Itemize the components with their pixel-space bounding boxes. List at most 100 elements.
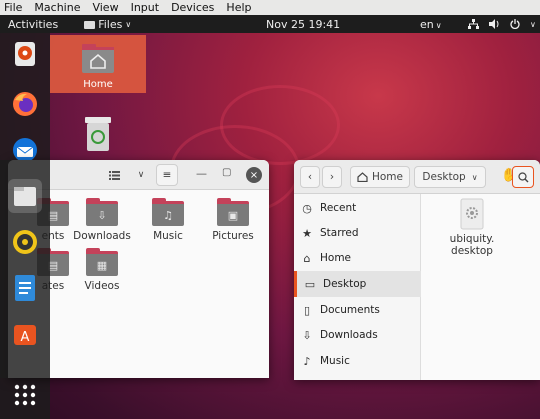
chevron-down-icon: ∨: [530, 19, 536, 29]
forward-button[interactable]: ›: [322, 166, 342, 188]
breadcrumb-label: Desktop: [422, 171, 466, 183]
sidebar-item-label: Desktop: [323, 278, 367, 290]
breadcrumb-label: Home: [371, 171, 403, 183]
back-button[interactable]: ‹: [300, 166, 320, 188]
home-icon: [357, 172, 368, 182]
desktop-icon: ▭: [304, 277, 316, 291]
dock-writer-front[interactable]: [8, 271, 42, 305]
dock-software-front[interactable]: A: [8, 317, 42, 351]
folder-item[interactable]: ⇩ Downloads: [72, 198, 132, 242]
sidebar-item-label: Documents: [320, 304, 380, 316]
music-icon: ♪: [303, 354, 311, 368]
sidebar-item-label: Starred: [320, 227, 359, 239]
dock-firefox[interactable]: [8, 87, 42, 121]
folder-item[interactable]: ▦ Videos: [72, 248, 132, 292]
rhythmbox-icon: [13, 230, 37, 254]
app-menu-button[interactable]: Files ∨: [84, 18, 131, 31]
sidebar: ◷ Recent ★ Starred ⌂ Home ▭ Desktop ▯ Documen…: [294, 194, 421, 380]
home-folder-icon: [82, 44, 114, 73]
app-menu-label: Files: [98, 17, 123, 31]
search-icon: [517, 171, 528, 182]
dock-files-active[interactable]: [8, 179, 42, 213]
language-label: en: [420, 17, 434, 31]
folder-label: Downloads: [73, 230, 131, 242]
menu-button[interactable]: ≡: [156, 164, 178, 186]
clock[interactable]: Nov 25 19:41: [266, 18, 340, 31]
files-window-right: ‹ › Home Desktop ∨ ✋ ◷ Recent ★ Starred ⌂ H…: [294, 160, 540, 380]
videos-folder-icon: ▦: [86, 248, 118, 276]
desktop-home-icon[interactable]: Home: [78, 42, 118, 90]
power-icon: [510, 19, 520, 29]
top-bar: Activities Files ∨ Nov 25 19:41 en ∨ ∨: [0, 15, 540, 33]
libreoffice-writer-icon: [15, 275, 35, 301]
app-grid-icon: [14, 384, 36, 406]
close-icon[interactable]: ×: [246, 167, 262, 183]
sidebar-item-home[interactable]: ⌂ Home: [294, 245, 421, 271]
downloads-folder-icon: ⇩: [86, 198, 118, 226]
clock-icon: ◷: [302, 201, 312, 215]
menu-machine[interactable]: Machine: [34, 1, 80, 14]
menu-devices[interactable]: Devices: [171, 1, 214, 14]
disk-installer-icon: [15, 42, 35, 66]
menu-input[interactable]: Input: [131, 1, 159, 14]
file-label: ubiquity. desktop: [449, 233, 495, 257]
firefox-icon: [13, 92, 37, 116]
home-icon: ⌂: [303, 251, 311, 265]
file-item[interactable]: ubiquity. desktop: [442, 198, 502, 257]
folder-item[interactable]: ♫ Music: [138, 198, 198, 242]
search-button[interactable]: [512, 166, 534, 188]
menu-view[interactable]: View: [92, 1, 118, 14]
menu-help[interactable]: Help: [226, 1, 251, 14]
folder-label: Pictures: [212, 230, 254, 242]
wallpaper-decoration: [220, 85, 340, 165]
chevron-down-icon: ∨: [435, 20, 442, 30]
sidebar-item-music[interactable]: ♪ Music: [294, 348, 421, 374]
desktop-trash[interactable]: [82, 115, 114, 156]
download-icon: ⇩: [302, 328, 312, 342]
sidebar-item-label: Music: [320, 355, 350, 367]
menu-file[interactable]: File: [4, 1, 22, 14]
sidebar-item-label: Home: [320, 252, 352, 264]
hamburger-icon: ≡: [162, 169, 172, 181]
dock-installer[interactable]: [8, 37, 42, 71]
list-icon: [108, 170, 120, 180]
sidebar-item-desktop[interactable]: ▭ Desktop: [294, 271, 421, 297]
volume-icon: [489, 19, 499, 29]
trash-icon: [85, 117, 111, 151]
minimize-icon[interactable]: —: [196, 167, 207, 180]
list-view-button[interactable]: [102, 164, 126, 186]
network-icon: [468, 19, 479, 29]
language-indicator[interactable]: en ∨: [420, 18, 442, 31]
folder-label: Videos: [84, 280, 120, 292]
settings-file-icon: [460, 198, 484, 230]
sidebar-item-label: Downloads: [320, 329, 378, 341]
chevron-down-icon: ∨: [471, 172, 478, 182]
sidebar-item-documents[interactable]: ▯ Documents: [294, 297, 421, 323]
activities-button[interactable]: Activities: [8, 18, 58, 31]
music-folder-icon: ♫: [152, 198, 184, 226]
maximize-icon[interactable]: ▢: [222, 167, 231, 178]
star-icon: ★: [302, 226, 312, 240]
system-tray[interactable]: ∨: [468, 19, 536, 29]
folder-icon: [84, 20, 96, 29]
sidebar-item-label: Recent: [320, 202, 357, 214]
dock-rhythmbox-front[interactable]: [8, 225, 42, 259]
view-options-button[interactable]: ∨: [130, 164, 152, 186]
sidebar-item-starred[interactable]: ★ Starred: [294, 220, 421, 246]
document-icon: ▯: [303, 303, 311, 317]
chevron-right-icon: ›: [329, 171, 335, 183]
sidebar-item-downloads[interactable]: ⇩ Downloads: [294, 322, 421, 348]
chevron-down-icon: ∨: [137, 170, 145, 180]
breadcrumb-desktop[interactable]: Desktop ∨: [414, 166, 486, 188]
chevron-left-icon: ‹: [307, 171, 313, 183]
chevron-down-icon: ∨: [125, 19, 132, 29]
folder-item[interactable]: ▣ Pictures: [203, 198, 263, 242]
files-icon: [14, 187, 36, 206]
window-header: ‹ › Home Desktop ∨ ✋: [294, 160, 540, 194]
show-applications-button[interactable]: [8, 378, 42, 412]
desktop-home-label: Home: [83, 79, 113, 90]
folder-label: Music: [153, 230, 183, 242]
breadcrumb-home[interactable]: Home: [350, 166, 410, 188]
software-store-icon: A: [14, 325, 36, 345]
sidebar-item-recent[interactable]: ◷ Recent: [294, 195, 421, 221]
